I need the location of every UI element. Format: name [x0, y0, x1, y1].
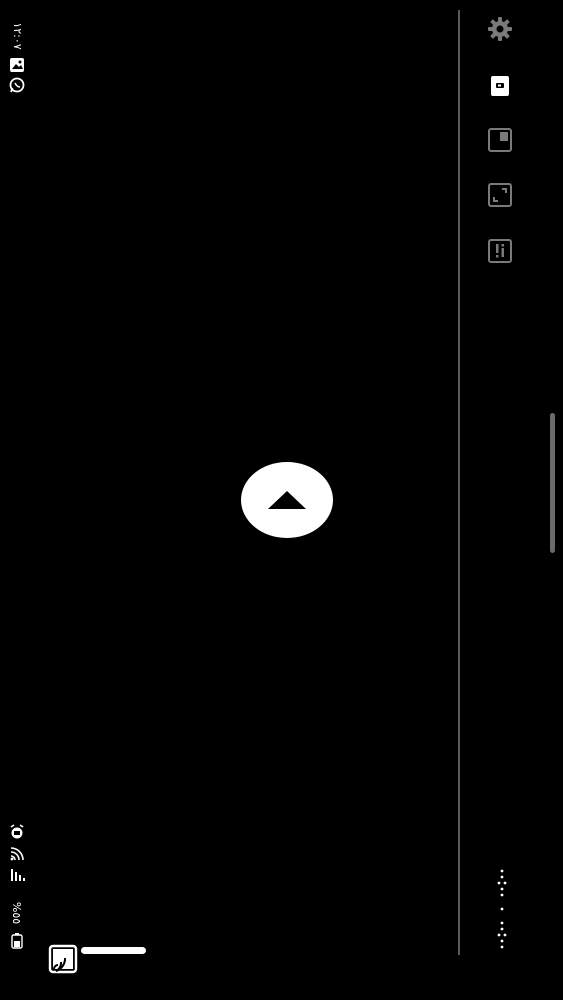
cast-icon[interactable] [48, 944, 78, 974]
expand-icon[interactable] [486, 181, 514, 209]
settings-icon[interactable] [486, 15, 514, 43]
scroll-up-button[interactable] [241, 462, 333, 538]
bookmark-icon[interactable] [486, 126, 514, 154]
status-time: ١٢:٠٧ [11, 22, 24, 50]
scrollbar-thumb[interactable] [550, 413, 555, 553]
signal-icon [8, 866, 26, 884]
info-icon[interactable] [486, 237, 514, 265]
battery-icon [8, 932, 26, 950]
up-arrow-icon [268, 491, 306, 509]
alarm-icon [8, 823, 26, 841]
screen: ١٢:٠٧ %٥٥ [0, 0, 563, 1000]
dots-lower-icon [496, 920, 508, 954]
screen-mode-icon[interactable] [486, 72, 514, 100]
dots-upper-icon [496, 868, 508, 922]
gallery-icon [8, 56, 26, 74]
panel-divider [458, 10, 460, 955]
battery-percent: %٥٥ [10, 901, 23, 925]
home-indicator[interactable] [81, 947, 146, 954]
whatsapp-icon [8, 76, 26, 94]
wifi-icon [8, 845, 26, 863]
